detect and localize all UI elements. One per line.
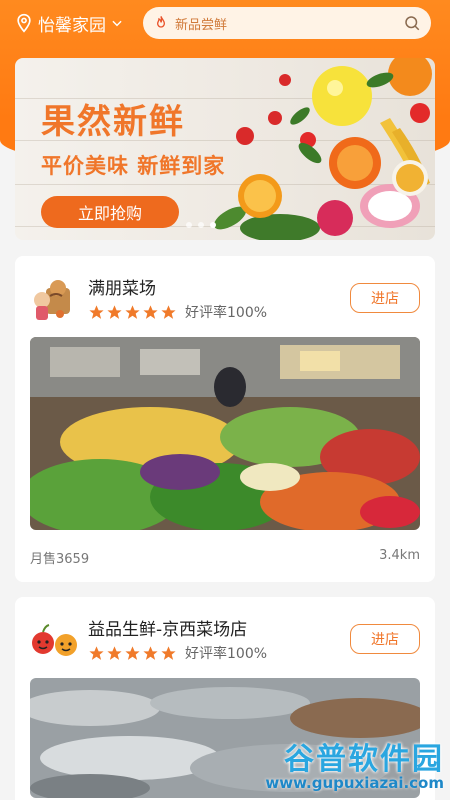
star-icon bbox=[107, 304, 122, 319]
watermark-title: 谷普软件园 bbox=[284, 742, 444, 777]
search-icon[interactable] bbox=[403, 14, 421, 32]
shop-distance: 3.4km bbox=[379, 548, 420, 563]
shop-name[interactable]: 满朋菜场 bbox=[88, 274, 156, 299]
pagination-dot[interactable] bbox=[198, 222, 204, 228]
watermark: 谷普软件园 www.gupuxiazai.com bbox=[246, 728, 450, 800]
pagination-dot[interactable] bbox=[186, 222, 192, 228]
banner-subtitle: 平价美味 新鲜到家 bbox=[41, 154, 226, 178]
buy-now-button[interactable]: 立即抢购 bbox=[41, 196, 179, 228]
star-icon bbox=[143, 304, 158, 319]
star-icon bbox=[89, 304, 104, 319]
enter-shop-button[interactable]: 进店 bbox=[350, 624, 420, 654]
star-icon bbox=[143, 645, 158, 660]
fruit-illustration bbox=[213, 58, 432, 240]
star-icon bbox=[125, 645, 140, 660]
monthly-sales: 月售3659 bbox=[30, 552, 90, 567]
shop-card[interactable]: 满朋菜场 好评率100% 进店 月售3659 3.4km bbox=[15, 256, 435, 582]
enter-shop-button[interactable]: 进店 bbox=[350, 283, 420, 313]
rating-stars: 好评率100% bbox=[88, 302, 267, 322]
banner-pagination bbox=[186, 222, 216, 228]
positive-rating: 好评率100% bbox=[185, 305, 268, 321]
rating-stars: 好评率100% bbox=[88, 643, 267, 663]
star-icon bbox=[125, 304, 140, 319]
shop-logo bbox=[32, 624, 77, 656]
shop-logo bbox=[34, 280, 70, 320]
star-icon bbox=[161, 304, 176, 319]
flame-icon bbox=[156, 16, 166, 28]
location-selector[interactable]: 怡馨家园 bbox=[14, 11, 124, 36]
banner-title: 果然新鲜 bbox=[41, 102, 185, 142]
positive-rating: 好评率100% bbox=[185, 646, 268, 662]
shop-name[interactable]: 益品生鲜-京西菜场店 bbox=[88, 615, 247, 640]
star-icon bbox=[107, 645, 122, 660]
star-icon bbox=[161, 645, 176, 660]
location-label: 怡馨家园 bbox=[38, 15, 106, 36]
shop-photo[interactable] bbox=[30, 337, 420, 530]
search-placeholder: 新品尝鲜 bbox=[175, 17, 228, 33]
watermark-url: www.gupuxiazai.com bbox=[265, 774, 444, 792]
promo-banner[interactable]: 果然新鲜 平价美味 新鲜到家 立即抢购 bbox=[15, 58, 435, 240]
search-bar[interactable]: 新品尝鲜 bbox=[143, 7, 431, 39]
pagination-dot-active[interactable] bbox=[210, 222, 216, 228]
location-pin-icon bbox=[17, 13, 31, 33]
chevron-down-icon bbox=[112, 20, 122, 27]
star-icon bbox=[89, 645, 104, 660]
